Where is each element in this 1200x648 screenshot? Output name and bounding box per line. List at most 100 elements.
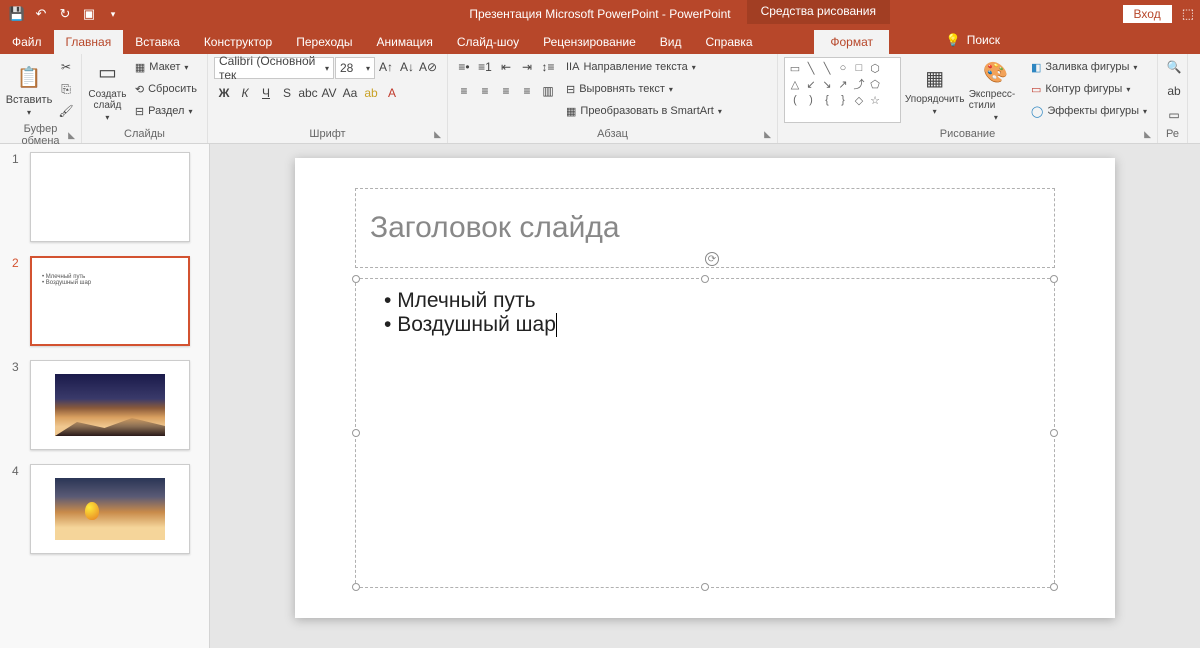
tab-file[interactable]: Файл xyxy=(0,30,54,54)
section-icon: ⊟ xyxy=(135,105,144,118)
format-painter-icon[interactable]: 🖌 xyxy=(56,101,76,121)
tab-format[interactable]: Формат xyxy=(814,30,889,54)
save-icon[interactable]: 💾 xyxy=(6,2,28,26)
tab-insert[interactable]: Вставка xyxy=(123,30,192,54)
change-case-icon[interactable]: Aa xyxy=(340,83,360,103)
slide-canvas[interactable]: Заголовок слайда ⟳ Млечный путь Воздушны… xyxy=(210,144,1200,648)
ribbon-display-options-icon[interactable]: ⬚ xyxy=(1182,6,1194,22)
align-right-icon[interactable]: ≡ xyxy=(496,81,516,101)
window-title: Презентация Microsoft PowerPoint - Power… xyxy=(469,7,730,21)
sign-in-button[interactable]: Вход xyxy=(1123,5,1172,23)
reset-button[interactable]: ⟲Сбросить xyxy=(131,79,201,99)
numbering-icon[interactable]: ≡1 xyxy=(475,57,495,77)
dialog-launcher-icon[interactable]: ◣ xyxy=(764,129,771,140)
shadow-icon[interactable]: abc xyxy=(298,83,318,103)
redo-icon[interactable]: ↻ xyxy=(54,2,76,26)
replace-icon[interactable]: ab xyxy=(1164,81,1184,101)
align-text-icon: ⊟ xyxy=(566,83,575,96)
tab-slideshow[interactable]: Слайд-шоу xyxy=(445,30,531,54)
font-name-combo[interactable]: Calibri (Основной тек▾ xyxy=(214,57,334,79)
tab-home[interactable]: Главная xyxy=(54,30,124,54)
shapes-gallery[interactable]: ▭╲╲○□⬡ △↙↘↗⤴⬠ (){}◇☆ xyxy=(784,57,901,123)
smartart-icon: ▦ xyxy=(566,105,576,118)
highlight-icon[interactable]: ab xyxy=(361,83,381,103)
styles-label: Экспресс-стили xyxy=(969,89,1023,111)
qat-customize-icon[interactable]: ▾ xyxy=(102,2,124,26)
decrease-font-icon[interactable]: A↓ xyxy=(397,57,417,77)
shape-effects-button[interactable]: ◯Эффекты фигуры▾ xyxy=(1027,101,1151,121)
tab-design[interactable]: Конструктор xyxy=(192,30,284,54)
increase-indent-icon[interactable]: ⇥ xyxy=(517,57,537,77)
search-label: Поиск xyxy=(967,33,1000,47)
dialog-launcher-icon[interactable]: ◣ xyxy=(434,129,441,140)
group-label-slides: Слайды xyxy=(124,128,165,140)
layout-button[interactable]: ▦Макет▾ xyxy=(131,57,201,77)
bold-icon[interactable]: Ж xyxy=(214,83,234,103)
increase-font-icon[interactable]: A↑ xyxy=(376,57,396,77)
align-left-icon[interactable]: ≡ xyxy=(454,81,474,101)
align-center-icon[interactable]: ≡ xyxy=(475,81,495,101)
contextual-tab-drawing-tools: Средства рисования xyxy=(747,0,890,24)
tab-review[interactable]: Рецензирование xyxy=(531,30,648,54)
font-size-combo[interactable]: 28▾ xyxy=(335,57,375,79)
tab-animations[interactable]: Анимация xyxy=(365,30,445,54)
strikethrough-icon[interactable]: S xyxy=(277,83,297,103)
new-slide-label: Создать слайд xyxy=(88,89,127,111)
group-font: Calibri (Основной тек▾ 28▾ A↑ A↓ A⊘ Ж К … xyxy=(208,54,448,143)
group-label-drawing: Рисование xyxy=(940,128,995,140)
font-color-icon[interactable]: A xyxy=(382,83,402,103)
slide-thumbnail-3[interactable] xyxy=(30,360,190,450)
title-bar: 💾 ↶ ↻ ▣ ▾ Презентация Microsoft PowerPoi… xyxy=(0,0,1200,28)
copy-icon[interactable]: ⎘ xyxy=(56,79,76,99)
content-placeholder[interactable]: Млечный путь Воздушный шар xyxy=(355,278,1055,588)
slide-thumbnail-1[interactable] xyxy=(30,152,190,242)
group-editing: 🔍 ab ▭ Ре xyxy=(1158,54,1188,143)
slide-thumbnail-4[interactable] xyxy=(30,464,190,554)
shape-fill-button[interactable]: ◧Заливка фигуры▾ xyxy=(1027,57,1151,77)
quick-styles-button[interactable]: 🎨 Экспресс-стили ▾ xyxy=(969,57,1023,123)
start-from-beginning-icon[interactable]: ▣ xyxy=(78,2,100,26)
text-direction-button[interactable]: IIAНаправление текста▾ xyxy=(562,57,726,77)
section-button[interactable]: ⊟Раздел▾ xyxy=(131,101,201,121)
columns-icon[interactable]: ▥ xyxy=(538,81,558,101)
tab-transitions[interactable]: Переходы xyxy=(284,30,364,54)
tab-help[interactable]: Справка xyxy=(693,30,764,54)
text-direction-icon: IIA xyxy=(566,61,579,73)
outline-icon: ▭ xyxy=(1031,83,1041,96)
italic-icon[interactable]: К xyxy=(235,83,255,103)
arrange-button[interactable]: ▦ Упорядочить ▾ xyxy=(905,57,965,123)
group-label-font: Шрифт xyxy=(309,128,345,140)
find-icon[interactable]: 🔍 xyxy=(1164,57,1184,77)
clear-format-icon[interactable]: A⊘ xyxy=(418,57,438,77)
paste-button[interactable]: 📋 Вставить ▾ xyxy=(6,57,52,123)
tell-me-search[interactable]: 💡 Поиск xyxy=(946,33,1000,47)
undo-icon[interactable]: ↶ xyxy=(30,2,52,26)
char-spacing-icon[interactable]: AV xyxy=(319,83,339,103)
bullet-item: Воздушный шар xyxy=(384,313,1026,337)
ribbon: 📋 Вставить ▾ ✂ ⎘ 🖌 Буфер обмена◣ ▭ Созда… xyxy=(0,54,1200,144)
quick-access-toolbar: 💾 ↶ ↻ ▣ ▾ xyxy=(0,2,130,26)
new-slide-button[interactable]: ▭ Создать слайд ▾ xyxy=(88,57,127,123)
select-icon[interactable]: ▭ xyxy=(1164,105,1184,125)
bullets-icon[interactable]: ≡• xyxy=(454,57,474,77)
group-label-paragraph: Абзац xyxy=(597,128,628,140)
dialog-launcher-icon[interactable]: ◣ xyxy=(68,130,75,141)
slide: Заголовок слайда ⟳ Млечный путь Воздушны… xyxy=(295,158,1115,618)
thumb-number: 4 xyxy=(12,464,22,478)
decrease-indent-icon[interactable]: ⇤ xyxy=(496,57,516,77)
justify-icon[interactable]: ≡ xyxy=(517,81,537,101)
tab-view[interactable]: Вид xyxy=(648,30,694,54)
fill-icon: ◧ xyxy=(1031,61,1041,74)
dialog-launcher-icon[interactable]: ◣ xyxy=(1144,129,1151,140)
shape-outline-button[interactable]: ▭Контур фигуры▾ xyxy=(1027,79,1151,99)
thumb-number: 2 xyxy=(12,256,22,270)
underline-icon[interactable]: Ч xyxy=(256,83,276,103)
align-text-button[interactable]: ⊟Выровнять текст▾ xyxy=(562,79,726,99)
thumb-number: 3 xyxy=(12,360,22,374)
convert-smartart-button[interactable]: ▦Преобразовать в SmartArt▾ xyxy=(562,101,726,121)
cut-icon[interactable]: ✂ xyxy=(56,57,76,77)
line-spacing-icon[interactable]: ↕≡ xyxy=(538,57,558,77)
group-slides: ▭ Создать слайд ▾ ▦Макет▾ ⟲Сбросить ⊟Раз… xyxy=(82,54,208,143)
rotate-handle-icon[interactable]: ⟳ xyxy=(705,252,719,266)
slide-thumbnail-2[interactable]: • Млечный путь • Воздушный шар xyxy=(30,256,190,346)
